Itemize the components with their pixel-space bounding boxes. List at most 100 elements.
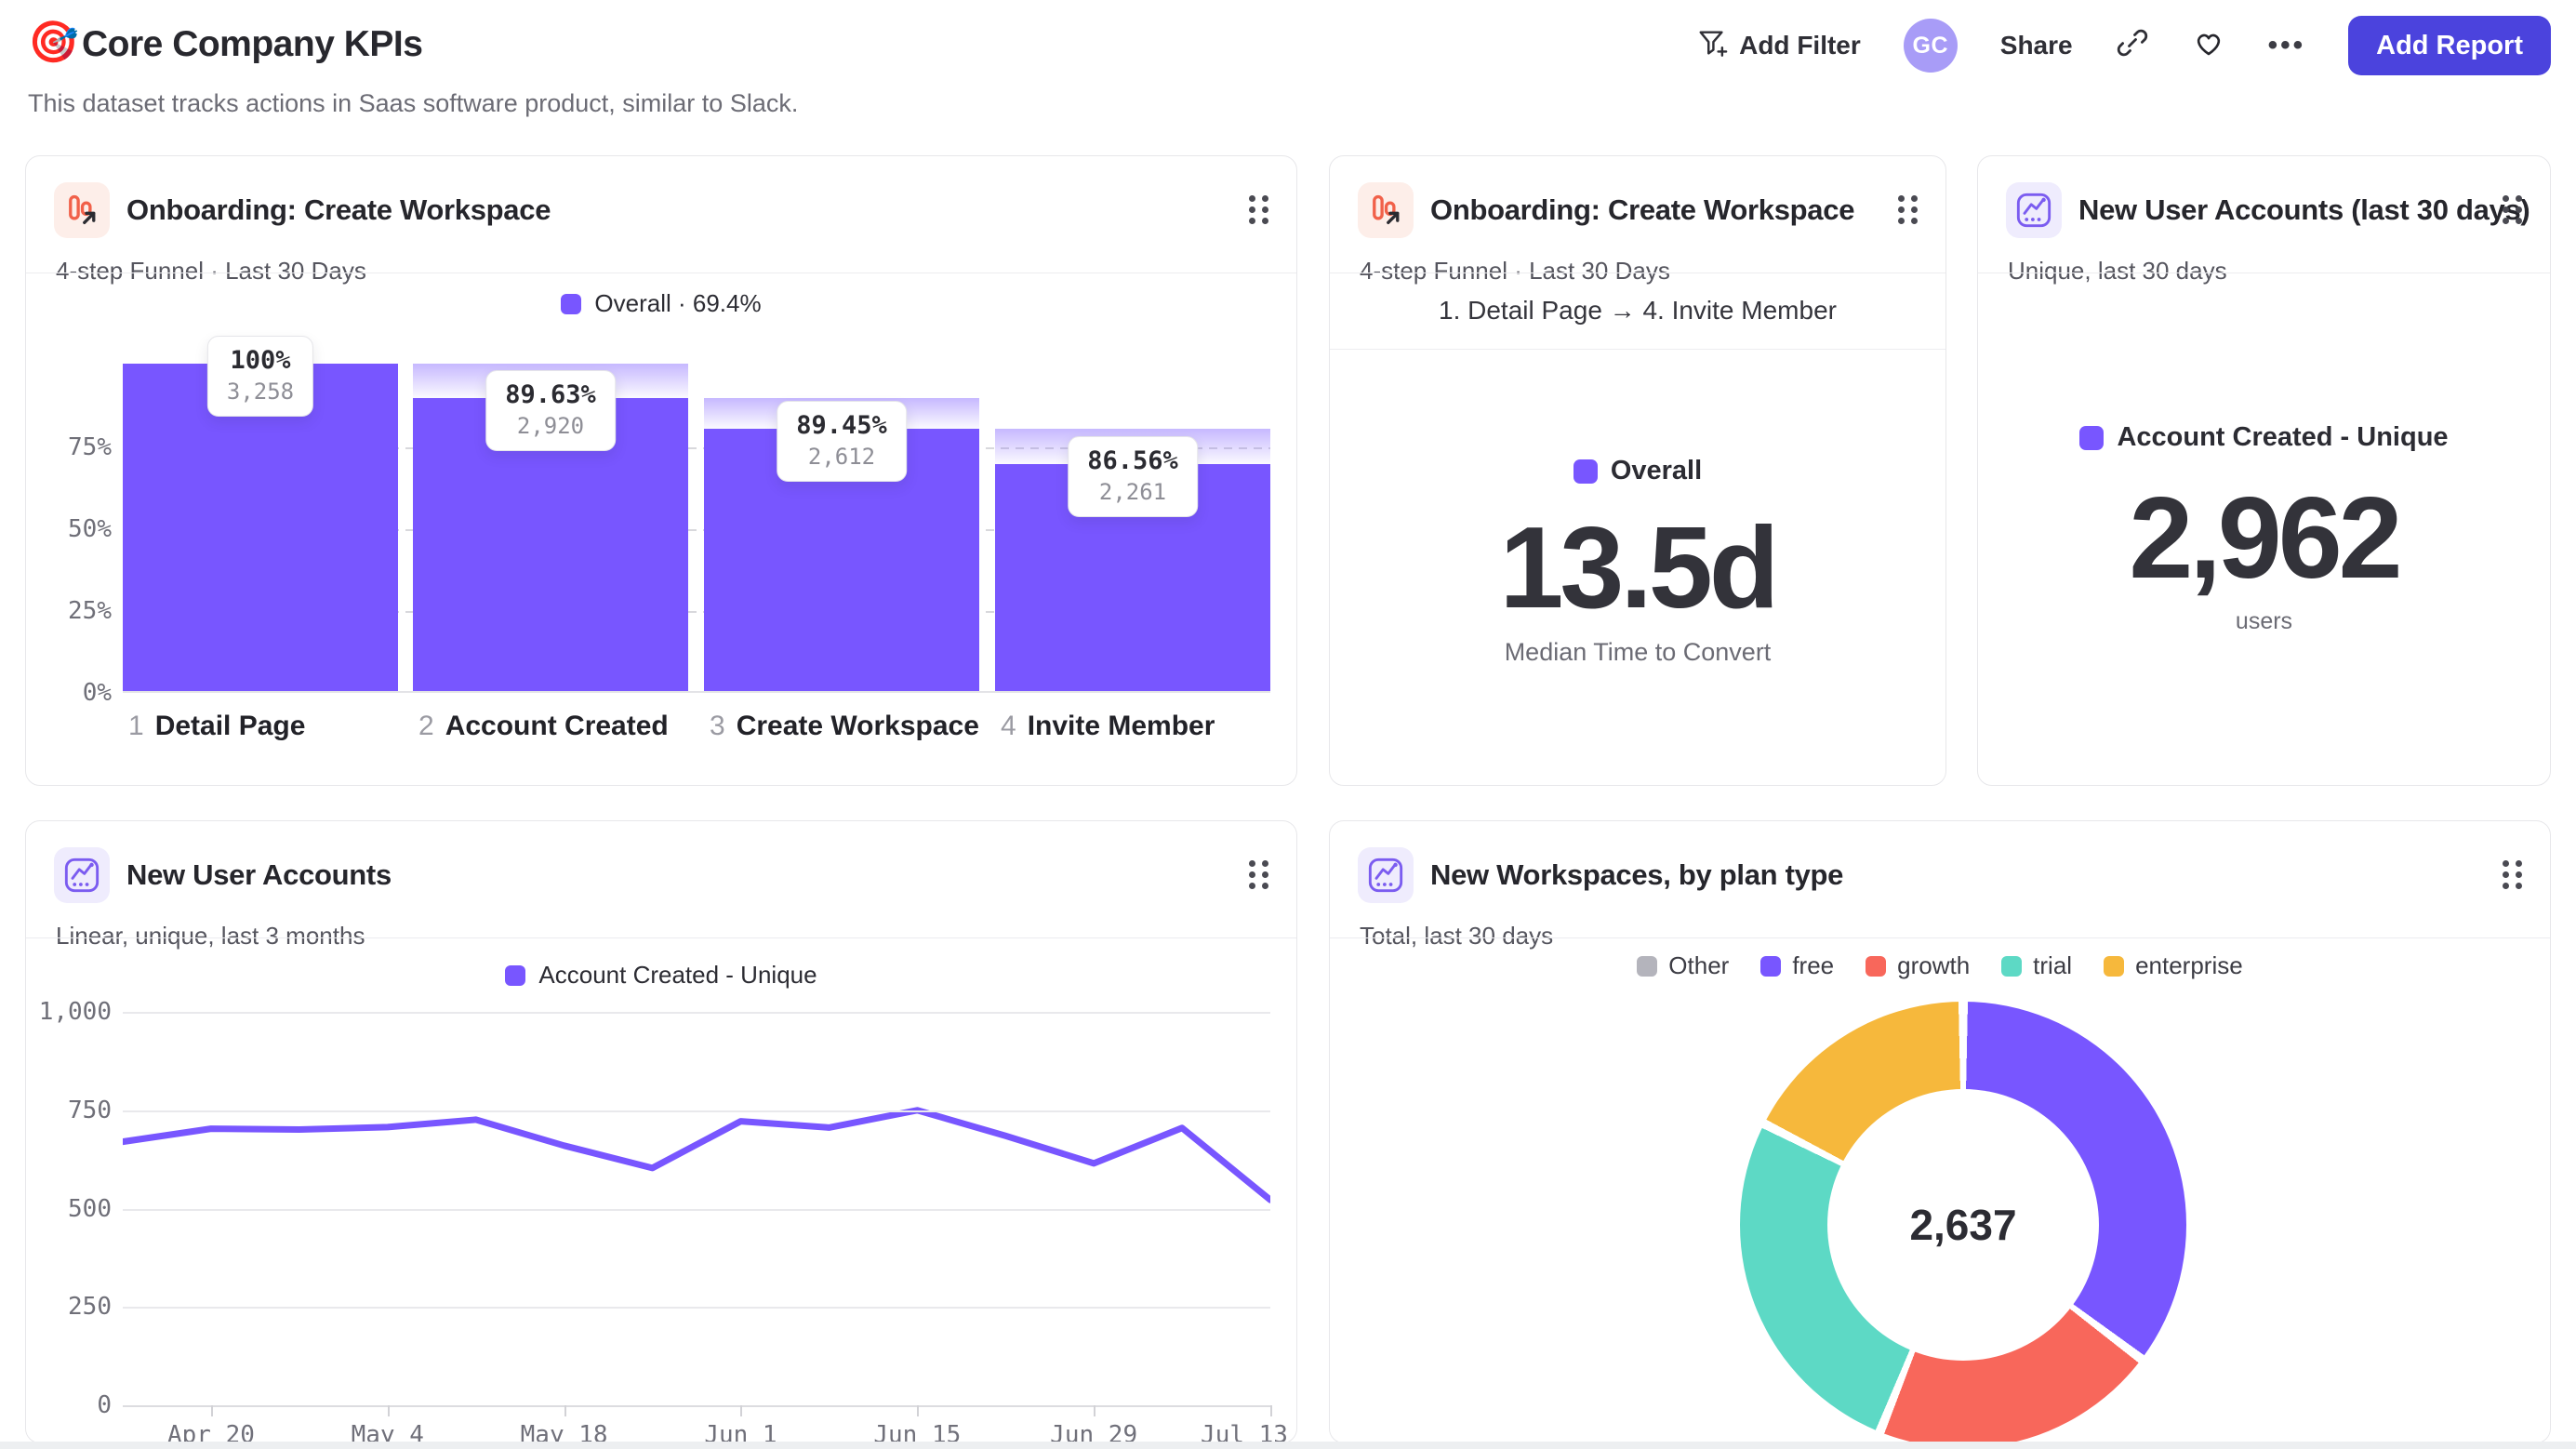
unique-users-caption: users: [2235, 608, 2293, 634]
x-tick: [210, 1405, 213, 1416]
trend-plot: [119, 1012, 1274, 1407]
add-report-button[interactable]: Add Report: [2348, 16, 2551, 75]
legend-swatch-growth: [1866, 955, 1887, 977]
tooltip-pct: 89.45%: [796, 410, 887, 440]
tooltip-count: 2,261: [1098, 478, 1167, 505]
legend-swatch-trial: [2001, 955, 2023, 977]
gridline-750: [123, 1110, 1270, 1112]
header-actions: Add Filter GC Share ••• Add Report: [1696, 15, 2551, 76]
drag-handle-icon[interactable]: [1898, 195, 1918, 224]
legend-item-free[interactable]: free: [1760, 951, 1834, 980]
funnel-tooltip: 89.63% 2,920: [485, 369, 616, 451]
funnel-bar-account-created[interactable]: 89.63% 2,920: [413, 364, 688, 691]
ttc-legend[interactable]: Overall: [1330, 456, 1945, 486]
tooltip-count: 2,612: [807, 443, 876, 470]
legend-swatch-free: [1760, 955, 1782, 977]
insights-report-icon: [2006, 182, 2062, 238]
y-tick-75: 75%: [68, 433, 112, 461]
card-new-workspaces-by-plan: New Workspaces, by plan type Total, last…: [1329, 820, 2551, 1448]
x-label-invite-member: 4 Invite Member: [1001, 711, 1215, 741]
donut-center-total: 2,637: [1909, 1201, 2017, 1249]
heart-icon: [2192, 26, 2225, 66]
funnel-tooltip: 100% 3,258: [206, 336, 314, 417]
y-tick-0: 0%: [82, 679, 112, 707]
funnel-legend[interactable]: Overall · 69.4%: [26, 289, 1296, 318]
add-filter-button[interactable]: Add Filter: [1696, 27, 1861, 65]
x-label-create-workspace: 3 Create Workspace: [710, 711, 979, 741]
legend-swatch-overall: [561, 293, 582, 314]
funnel-tooltip: 86.56% 2,261: [1068, 435, 1198, 517]
insights-report-icon: [54, 847, 110, 903]
median-time-caption: Median Time to Convert: [1504, 638, 1772, 666]
y-tick-750: 750: [68, 1097, 112, 1124]
divider: [1330, 937, 2550, 938]
share-button[interactable]: Share: [2000, 31, 2073, 60]
y-tick-0: 0: [97, 1391, 112, 1419]
drag-handle-icon[interactable]: [2503, 195, 2522, 224]
card-title: Onboarding: Create Workspace: [126, 193, 551, 226]
trend-legend[interactable]: Account Created - Unique: [26, 961, 1296, 990]
drag-handle-icon[interactable]: [1249, 195, 1268, 224]
funnel-bar-detail-page[interactable]: 100% 3,258: [123, 336, 398, 691]
legend-label: Account Created - Unique: [2117, 422, 2449, 452]
card-subtitle: 4-step Funnel · Last 30 Days: [56, 257, 366, 285]
legend-swatch-enterprise: [2104, 955, 2125, 977]
unique-legend[interactable]: Account Created - Unique: [1978, 422, 2550, 453]
x-tick: [564, 1405, 566, 1416]
drag-handle-icon[interactable]: [1249, 860, 1268, 889]
funnel-report-icon: [1358, 182, 1414, 238]
dashboard-page: 🎯 Core Company KPIs This dataset tracks …: [0, 0, 2576, 1449]
favorite-button[interactable]: [2192, 26, 2225, 66]
tooltip-pct: 100%: [230, 346, 291, 375]
x-tick: [740, 1405, 743, 1416]
tooltip-pct: 89.63%: [505, 379, 596, 409]
card-subtitle: Linear, unique, last 3 months: [56, 922, 365, 950]
link-icon: [2116, 26, 2149, 66]
gridline-500: [123, 1209, 1270, 1211]
legend-item-trial[interactable]: trial: [2001, 951, 2072, 980]
card-title: New User Accounts (last 30 days): [2078, 193, 2530, 226]
legend-label: Overall · 69.4%: [594, 289, 762, 317]
page-title: Core Company KPIs: [82, 24, 423, 64]
tooltip-count: 3,258: [226, 379, 295, 405]
legend-item-other[interactable]: Other: [1637, 951, 1729, 980]
y-tick-50: 50%: [68, 515, 112, 543]
funnel-bar-invite-member[interactable]: 86.56% 2,261: [995, 364, 1270, 691]
x-axis-line: [123, 1405, 1270, 1407]
add-filter-label: Add Filter: [1739, 31, 1861, 60]
legend-label: Overall: [1610, 456, 1703, 485]
unique-users-value: 2,962: [2129, 474, 2402, 603]
gridline-1000: [123, 1012, 1270, 1014]
avatar[interactable]: GC: [1903, 19, 1958, 73]
copy-link-button[interactable]: [2116, 26, 2149, 66]
funnel-bar-create-workspace[interactable]: 89.45% 2,612: [704, 364, 979, 691]
card-title: New User Accounts: [126, 858, 392, 891]
card-time-to-convert: Onboarding: Create Workspace 4-step Funn…: [1329, 155, 1946, 786]
legend-item-growth[interactable]: growth: [1866, 951, 1970, 980]
drag-handle-icon[interactable]: [2503, 860, 2522, 889]
x-label-account-created: 2 Account Created: [418, 711, 669, 741]
y-tick-25: 25%: [68, 597, 112, 625]
x-tick: [917, 1405, 920, 1416]
more-menu-button[interactable]: •••: [2268, 30, 2306, 61]
x-tick: [1094, 1405, 1096, 1416]
card-title: New Workspaces, by plan type: [1430, 858, 1844, 891]
x-tick: [387, 1405, 390, 1416]
funnel-range-label: 1. Detail Page → 4. Invite Member: [1330, 273, 1945, 350]
y-tick-1000: 1,000: [38, 998, 112, 1026]
funnel-tooltip: 89.45% 2,612: [777, 400, 907, 482]
tooltip-count: 2,920: [516, 412, 585, 439]
legend-item-enterprise[interactable]: enterprise: [2104, 951, 2243, 980]
legend-label: enterprise: [2135, 951, 2243, 979]
page-subtitle: This dataset tracks actions in Saas soft…: [28, 89, 799, 117]
funnel-plot: 100% 3,258 89.63% 2,920 89.45% 2,612 86.…: [123, 336, 1270, 693]
filter-plus-icon: [1696, 27, 1728, 65]
legend-label: Account Created - Unique: [538, 961, 817, 989]
card-onboarding-funnel: Onboarding: Create Workspace 4-step Funn…: [25, 155, 1297, 786]
plan-donut-chart[interactable]: 2,637: [1740, 1002, 2186, 1448]
legend-label: growth: [1897, 951, 1971, 979]
donut-hole: 2,637: [1827, 1089, 2099, 1361]
card-title: Onboarding: Create Workspace: [1430, 193, 1855, 226]
divider: [26, 937, 1296, 938]
insights-report-icon: [1358, 847, 1414, 903]
